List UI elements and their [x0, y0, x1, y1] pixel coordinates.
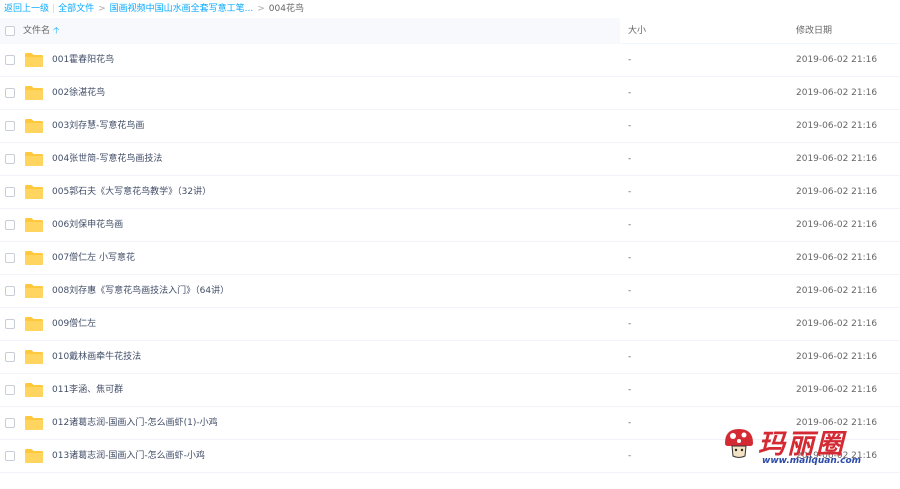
file-name[interactable]: 007僧仁左 小写意花: [52, 242, 135, 275]
file-date: 2019-06-02 21:16: [796, 319, 878, 329]
file-size: -: [628, 55, 632, 65]
file-date: 2019-06-02 21:16: [796, 154, 878, 164]
file-size: -: [628, 121, 632, 131]
file-size: -: [628, 352, 632, 362]
row-checkbox[interactable]: [5, 88, 15, 98]
file-name[interactable]: 006刘保申花鸟画: [52, 209, 123, 242]
file-row[interactable]: 009僧仁左 - 2019-06-02 21:16: [0, 308, 900, 341]
size-column-label[interactable]: 大小: [628, 18, 646, 44]
name-column-header[interactable]: [0, 18, 620, 44]
current-folder-label: 004花鸟: [268, 4, 304, 14]
file-row[interactable]: 011李涵、焦可群 - 2019-06-02 21:16: [0, 374, 900, 407]
date-column-label[interactable]: 修改日期: [796, 18, 832, 44]
folder-icon: [25, 284, 43, 298]
watermark-url: www.maliquan.com: [762, 456, 862, 466]
breadcrumb-separator: |: [52, 4, 56, 14]
file-date: 2019-06-02 21:16: [796, 187, 878, 197]
file-name[interactable]: 005郭石夫《大写意花鸟教学》（32讲）: [52, 176, 211, 209]
file-size: -: [628, 286, 632, 296]
file-date: 2019-06-02 21:16: [796, 253, 878, 263]
mushroom-icon: [725, 429, 753, 458]
file-row[interactable]: 004张世简-写意花鸟画技法 - 2019-06-02 21:16: [0, 143, 900, 176]
row-checkbox[interactable]: [5, 121, 15, 131]
file-row[interactable]: 001霍春阳花鸟 - 2019-06-02 21:16: [0, 44, 900, 77]
folder-icon: [25, 317, 43, 331]
file-row[interactable]: 007僧仁左 小写意花 - 2019-06-02 21:16: [0, 242, 900, 275]
file-size: -: [628, 319, 632, 329]
file-date: 2019-06-02 21:16: [796, 55, 878, 65]
row-checkbox[interactable]: [5, 352, 15, 362]
folder-icon: [25, 251, 43, 265]
file-row[interactable]: 010戴林画牵牛花技法 - 2019-06-02 21:16: [0, 341, 900, 374]
file-size: -: [628, 220, 632, 230]
file-row[interactable]: 003刘存慧-写意花鸟画 - 2019-06-02 21:16: [0, 110, 900, 143]
file-date: 2019-06-02 21:16: [796, 220, 878, 230]
folder-icon: [25, 152, 43, 166]
all-files-link[interactable]: 全部文件: [58, 4, 94, 14]
file-size: -: [628, 253, 632, 263]
row-checkbox[interactable]: [5, 220, 15, 230]
folder-icon: [25, 53, 43, 67]
file-name[interactable]: 004张世简-写意花鸟画技法: [52, 143, 162, 176]
back-link[interactable]: 返回上一级: [4, 4, 49, 14]
file-name[interactable]: 003刘存慧-写意花鸟画: [52, 110, 144, 143]
file-size: -: [628, 187, 632, 197]
folder-icon: [25, 86, 43, 100]
name-column-label[interactable]: 文件名 🡡: [23, 18, 59, 44]
folder-icon: [25, 119, 43, 133]
file-date: 2019-06-02 21:16: [796, 352, 878, 362]
row-checkbox[interactable]: [5, 286, 15, 296]
parent-folder-link[interactable]: 国画视频中国山水画全套写意工笔...: [110, 4, 254, 14]
file-name[interactable]: 008刘存惠《写意花鸟画技法入门》（64讲）: [52, 275, 229, 308]
file-size: -: [628, 88, 632, 98]
file-name[interactable]: 010戴林画牵牛花技法: [52, 341, 141, 374]
file-list-header: 文件名 🡡 大小 修改日期: [0, 18, 900, 44]
file-size: -: [628, 418, 632, 428]
chevron-right-icon: >: [257, 4, 265, 14]
row-checkbox[interactable]: [5, 187, 15, 197]
row-checkbox[interactable]: [5, 451, 15, 461]
file-date: 2019-06-02 21:16: [796, 286, 878, 296]
file-date: 2019-06-02 21:16: [796, 385, 878, 395]
file-name[interactable]: 013诸葛志润-国画入门-怎么画虾-小鸡: [52, 440, 205, 473]
file-row[interactable]: 002徐湛花鸟 - 2019-06-02 21:16: [0, 77, 900, 110]
file-date: 2019-06-02 21:16: [796, 121, 878, 131]
file-name[interactable]: 012诸葛志润-国画入门-怎么画虾(1)-小鸡: [52, 407, 218, 440]
folder-icon: [25, 449, 43, 463]
file-size: -: [628, 385, 632, 395]
file-name[interactable]: 011李涵、焦可群: [52, 374, 123, 407]
row-checkbox[interactable]: [5, 55, 15, 65]
file-name[interactable]: 002徐湛花鸟: [52, 77, 105, 110]
chevron-right-icon: >: [98, 4, 106, 14]
file-name[interactable]: 009僧仁左: [52, 308, 96, 341]
row-checkbox[interactable]: [5, 418, 15, 428]
folder-icon: [25, 185, 43, 199]
folder-icon: [25, 383, 43, 397]
select-all-checkbox[interactable]: [5, 26, 15, 36]
folder-icon: [25, 218, 43, 232]
arrow-up-icon[interactable]: 🡡: [53, 26, 59, 36]
watermark-logo: 玛丽圈 www.maliquan.com: [722, 422, 882, 472]
file-size: -: [628, 154, 632, 164]
row-checkbox[interactable]: [5, 385, 15, 395]
file-row[interactable]: 005郭石夫《大写意花鸟教学》（32讲） - 2019-06-02 21:16: [0, 176, 900, 209]
row-checkbox[interactable]: [5, 154, 15, 164]
file-row[interactable]: 006刘保申花鸟画 - 2019-06-02 21:16: [0, 209, 900, 242]
file-name[interactable]: 001霍春阳花鸟: [52, 44, 114, 77]
row-checkbox[interactable]: [5, 319, 15, 329]
name-column-text: 文件名: [23, 26, 51, 36]
file-size: -: [628, 451, 632, 461]
breadcrumb: 返回上一级 | 全部文件 > 国画视频中国山水画全套写意工笔... >004花鸟: [4, 2, 304, 16]
folder-icon: [25, 416, 43, 430]
row-checkbox[interactable]: [5, 253, 15, 263]
file-date: 2019-06-02 21:16: [796, 88, 878, 98]
folder-icon: [25, 350, 43, 364]
file-row[interactable]: 008刘存惠《写意花鸟画技法入门》（64讲） - 2019-06-02 21:1…: [0, 275, 900, 308]
